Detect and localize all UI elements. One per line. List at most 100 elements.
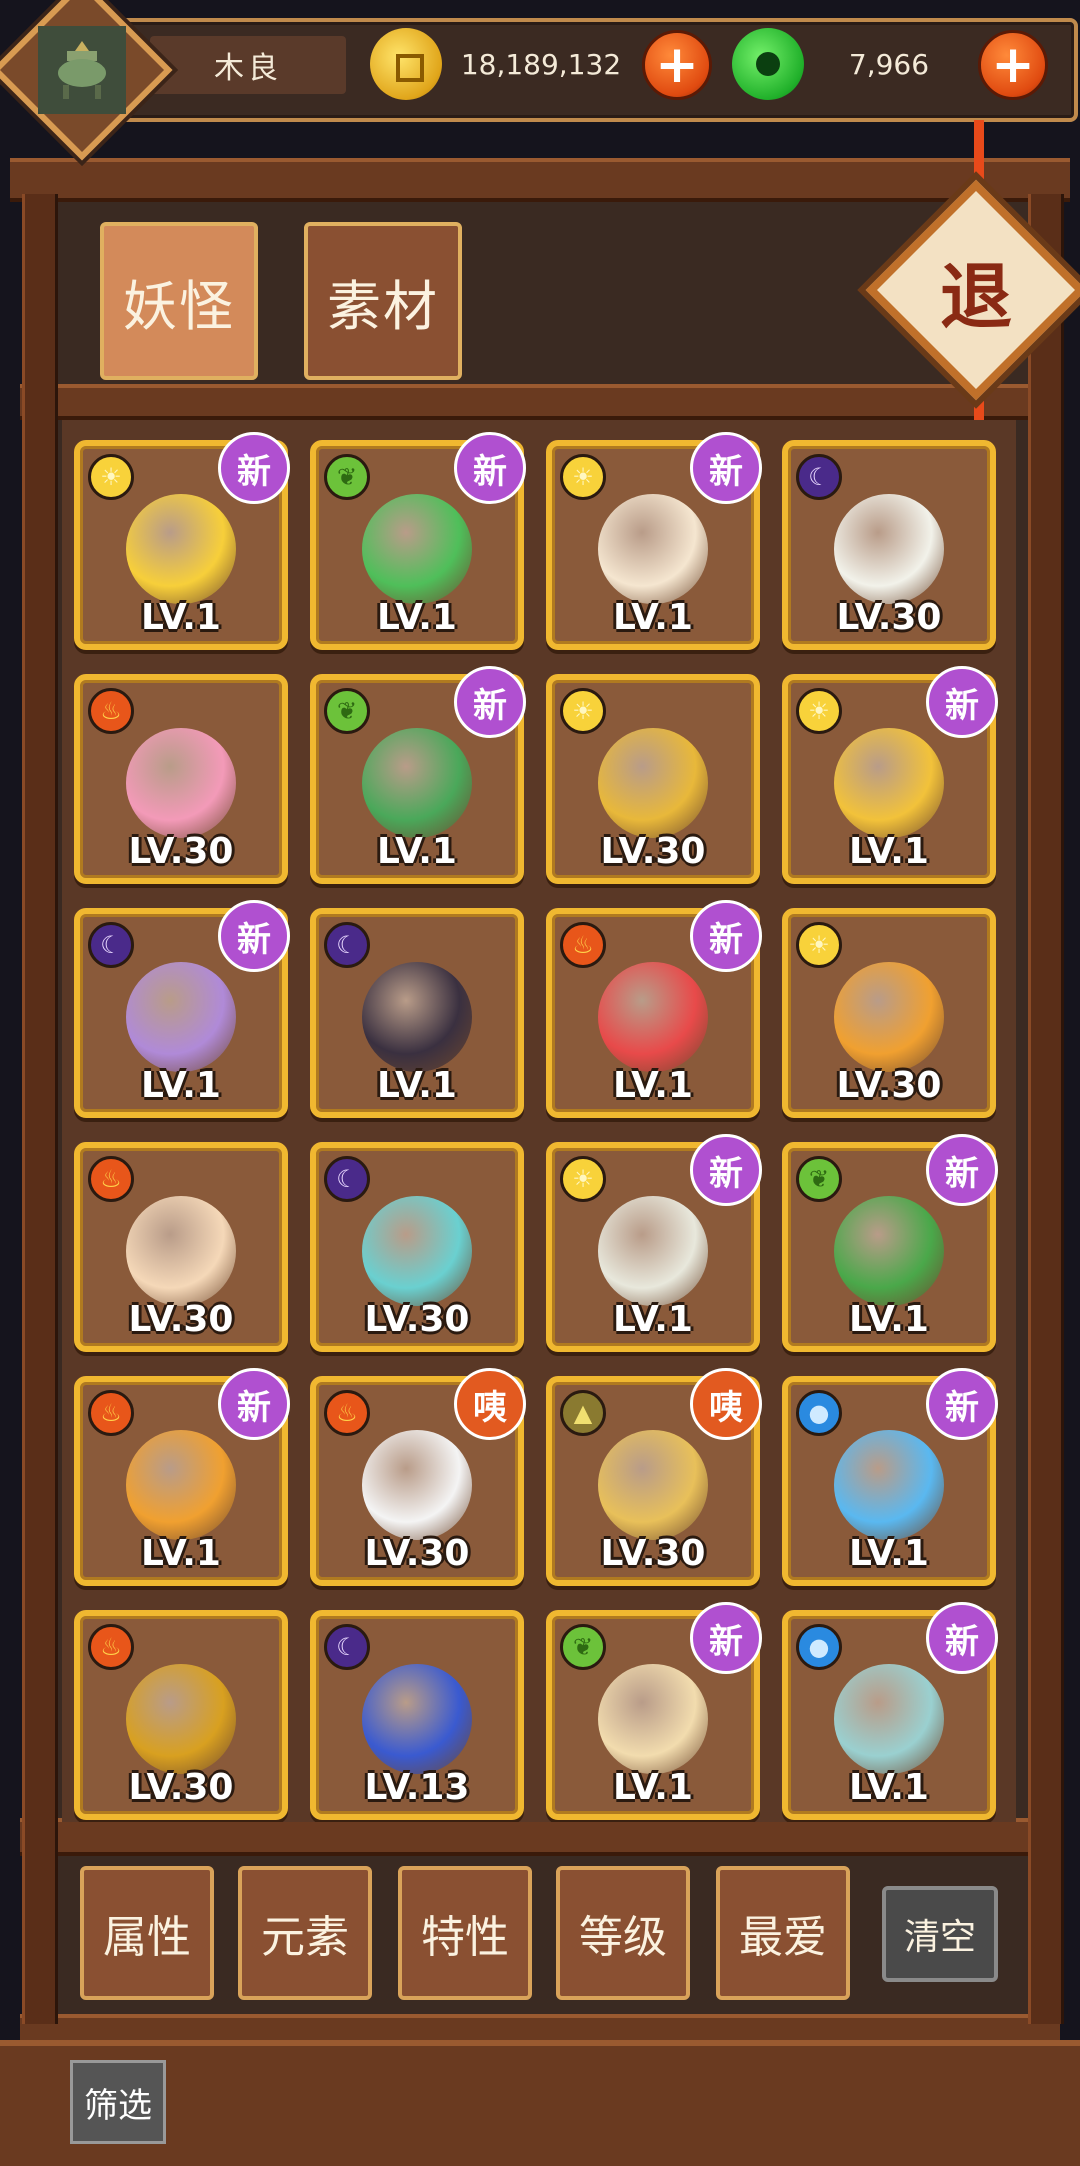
level-label: LV.1 — [849, 1533, 929, 1574]
monster-sprite — [834, 727, 944, 838]
monster-card[interactable]: ☀ 新 LV.1 — [546, 1134, 762, 1352]
new-badge: 新 — [926, 1368, 998, 1440]
monster-card[interactable]: ❦ 新 LV.1 — [782, 1134, 998, 1352]
level-label: LV.30 — [364, 1533, 470, 1574]
monster-sprite — [126, 493, 236, 604]
monster-panel[interactable]: ☀ 新 LV.1 ❦ 新 LV.1 ☀ 新 LV.1 ☾ LV.30 ♨ LV.30 ❦ 新 LV.1 ☀ LV.… — [62, 420, 1016, 1822]
level-label: LV.1 — [141, 1065, 221, 1106]
fire-element-icon: ♨ — [88, 1390, 134, 1436]
filter-favorite-button[interactable]: 最爱 — [716, 1866, 850, 2000]
level-label: LV.1 — [377, 831, 457, 872]
monster-sprite — [126, 1195, 236, 1306]
shelf-left-post — [22, 194, 58, 2024]
monster-sprite — [362, 1429, 472, 1540]
moon-element-icon: ☾ — [88, 922, 134, 968]
gold-coin-icon — [370, 28, 442, 100]
add-gold-button[interactable]: + — [642, 30, 712, 100]
earth-element-icon: ▲ — [560, 1390, 606, 1436]
incense-burner-icon — [38, 26, 126, 114]
level-label: LV.13 — [364, 1767, 470, 1808]
monster-sprite — [834, 961, 944, 1072]
tab-materials[interactable]: 素材 — [304, 222, 462, 380]
monster-card[interactable]: ❦ 新 LV.1 — [546, 1602, 762, 1820]
filter-trait-button[interactable]: 特性 — [398, 1866, 532, 2000]
monster-card[interactable]: ❦ 新 LV.1 — [310, 432, 526, 650]
top-bar: 木良 18,189,132 + 7,966 + — [0, 0, 1080, 161]
shelf-top-beam — [10, 158, 1070, 202]
monster-card[interactable]: ● 新 LV.1 — [782, 1368, 998, 1586]
level-label: LV.1 — [613, 1767, 693, 1808]
monster-sprite — [126, 961, 236, 1072]
level-label: LV.30 — [128, 831, 234, 872]
monster-sprite — [126, 1663, 236, 1774]
monster-card[interactable]: ☾ LV.13 — [310, 1610, 524, 1820]
clear-button[interactable]: 清空 — [882, 1886, 998, 1982]
monster-sprite — [598, 493, 708, 604]
leaf-element-icon: ❦ — [796, 1156, 842, 1202]
monster-card[interactable]: ☀ 新 LV.1 — [782, 666, 998, 884]
monster-sprite — [362, 1195, 472, 1306]
sun-element-icon: ☀ — [796, 688, 842, 734]
fire-element-icon: ♨ — [88, 1624, 134, 1670]
level-label: LV.30 — [836, 597, 942, 638]
monster-card[interactable]: ♨ 新 LV.1 — [546, 900, 762, 1118]
level-label: LV.30 — [600, 831, 706, 872]
monster-card[interactable]: ☀ 新 LV.1 — [546, 432, 762, 650]
monster-card[interactable]: ☾ LV.30 — [310, 1142, 524, 1352]
monster-card[interactable]: ☾ LV.1 — [310, 908, 524, 1118]
level-label: LV.1 — [613, 1065, 693, 1106]
monster-card[interactable]: ♨ LV.30 — [74, 1142, 288, 1352]
add-jade-button[interactable]: + — [978, 30, 1048, 100]
moon-element-icon: ☾ — [324, 1624, 370, 1670]
new-badge: 新 — [690, 1134, 762, 1206]
level-label: LV.30 — [128, 1767, 234, 1808]
screen-button[interactable]: 筛选 — [70, 2060, 166, 2144]
level-label: LV.1 — [849, 1767, 929, 1808]
fire-element-icon: ♨ — [88, 688, 134, 734]
level-label: LV.1 — [377, 1065, 457, 1106]
filter-attribute-button[interactable]: 属性 — [80, 1866, 214, 2000]
monster-card[interactable]: ▲ 咦 LV.30 — [546, 1368, 762, 1586]
sun-element-icon: ☀ — [560, 688, 606, 734]
monster-card[interactable]: ● 新 LV.1 — [782, 1602, 998, 1820]
jade-amount: 7,966 — [848, 47, 930, 81]
monster-card[interactable]: ♨ LV.30 — [74, 674, 288, 884]
monster-sprite — [834, 493, 944, 604]
monster-card[interactable]: ❦ 新 LV.1 — [310, 666, 526, 884]
monster-card[interactable]: ☀ 新 LV.1 — [74, 432, 290, 650]
monster-sprite — [834, 1663, 944, 1774]
sun-element-icon: ☀ — [88, 454, 134, 500]
fire-element-icon: ♨ — [324, 1390, 370, 1436]
water-element-icon: ● — [796, 1624, 842, 1670]
monster-card[interactable]: ☀ LV.30 — [782, 908, 996, 1118]
filter-level-button[interactable]: 等级 — [556, 1866, 690, 2000]
monster-sprite — [362, 961, 472, 1072]
monster-card[interactable]: ☀ LV.30 — [546, 674, 760, 884]
level-label: LV.1 — [141, 597, 221, 638]
leaf-element-icon: ❦ — [560, 1624, 606, 1670]
tab-monsters[interactable]: 妖怪 — [100, 222, 258, 380]
shelf-mid-beam — [20, 384, 1060, 420]
level-label: LV.30 — [836, 1065, 942, 1106]
water-element-icon: ● — [796, 1390, 842, 1436]
monster-sprite — [598, 1663, 708, 1774]
new-badge: 新 — [926, 1134, 998, 1206]
level-label: LV.30 — [600, 1533, 706, 1574]
leaf-element-icon: ❦ — [324, 454, 370, 500]
filter-element-button[interactable]: 元素 — [238, 1866, 372, 2000]
jade-coin-icon — [732, 28, 804, 100]
monster-card[interactable]: ♨ 咦 LV.30 — [310, 1368, 526, 1586]
new-badge: 新 — [454, 432, 526, 504]
monster-card[interactable]: ☾ LV.30 — [782, 440, 996, 650]
new-badge: 新 — [218, 432, 290, 504]
level-label: LV.30 — [364, 1299, 470, 1340]
monster-card[interactable]: ♨ 新 LV.1 — [74, 1368, 290, 1586]
new-badge: 新 — [690, 432, 762, 504]
monster-sprite — [362, 727, 472, 838]
monster-sprite — [126, 727, 236, 838]
new-badge: 新 — [218, 1368, 290, 1440]
monster-card[interactable]: ♨ LV.30 — [74, 1610, 288, 1820]
new-badge: 新 — [218, 900, 290, 972]
leaf-element-icon: ❦ — [324, 688, 370, 734]
monster-card[interactable]: ☾ 新 LV.1 — [74, 900, 290, 1118]
